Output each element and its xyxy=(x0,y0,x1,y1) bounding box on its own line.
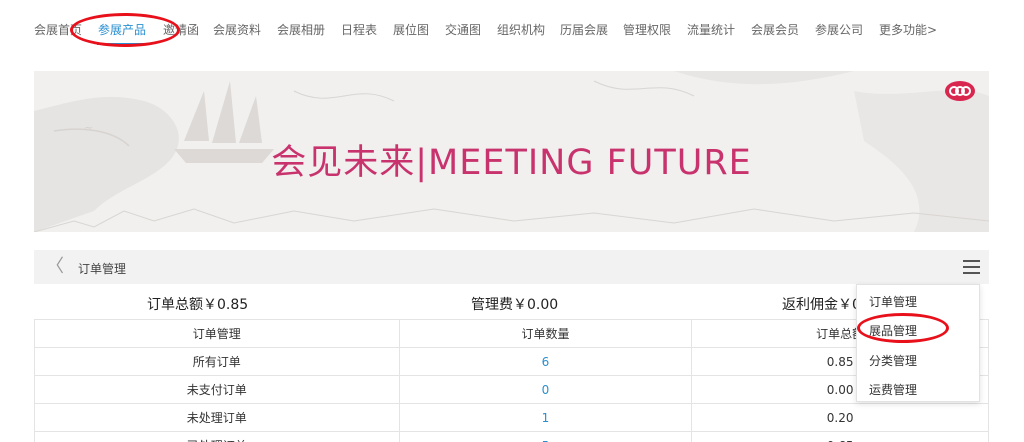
nav-item-booth-map[interactable]: 展位图 xyxy=(393,22,429,38)
commission: 返利佣金￥0 xyxy=(782,297,861,313)
menu-item-categories[interactable]: 分类管理 xyxy=(869,352,917,369)
nav-item-companies[interactable]: 参展公司 xyxy=(815,22,863,38)
order-type: 未处理订单 xyxy=(35,404,400,432)
active-tab-indicator xyxy=(97,43,145,45)
nav-item-home[interactable]: 会展首页 xyxy=(34,22,82,38)
nav-item-album[interactable]: 会展相册 xyxy=(277,22,325,38)
top-navigation: 会展首页 参展产品 邀请函 会展资料 会展相册 日程表 展位图 交通图 组织机构… xyxy=(0,0,1024,58)
column-header: 订单管理 xyxy=(35,320,400,348)
dropdown-menu: 订单管理 展品管理 分类管理 运费管理 xyxy=(856,284,980,402)
brand-logo-icon xyxy=(945,81,975,101)
chevron-left-icon[interactable]: 〈 xyxy=(46,257,64,277)
nav-item-members[interactable]: 会展会员 xyxy=(751,22,799,38)
menu-item-shipping[interactable]: 运费管理 xyxy=(869,381,917,398)
order-total: 订单总额￥0.85 xyxy=(147,297,249,313)
order-type: 已处理订单 xyxy=(35,432,400,442)
order-count-link[interactable]: 0 xyxy=(399,376,693,404)
hamburger-menu-icon[interactable] xyxy=(963,259,980,275)
menu-item-exhibits[interactable]: 展品管理 xyxy=(869,322,917,339)
management-fee: 管理费￥0.00 xyxy=(471,297,559,313)
order-amount: 0.65 xyxy=(692,432,989,442)
nav-item-past-exhibitions[interactable]: 历届会展 xyxy=(560,22,608,38)
nav-item-traffic-map[interactable]: 交通图 xyxy=(445,22,481,38)
nav-item-invitation[interactable]: 邀请函 xyxy=(163,22,199,38)
table-row: 所有订单 6 0.85 xyxy=(35,348,989,376)
nav-item-schedule[interactable]: 日程表 xyxy=(341,22,377,38)
table-header-row: 订单管理 订单数量 订单总额 xyxy=(35,320,989,348)
order-type: 未支付订单 xyxy=(35,376,400,404)
table-row: 未支付订单 0 0.00 xyxy=(35,376,989,404)
table-row: 已处理订单 5 0.65 xyxy=(35,432,989,442)
order-amount: 0.20 xyxy=(692,404,989,432)
nav-item-more[interactable]: 更多功能> xyxy=(879,22,937,38)
column-header: 订单数量 xyxy=(399,320,693,348)
panel-header: 〈 订单管理 xyxy=(34,250,989,284)
order-count-link[interactable]: 1 xyxy=(399,404,693,432)
svg-text:~: ~ xyxy=(84,121,93,134)
nav-item-permissions[interactable]: 管理权限 xyxy=(623,22,671,38)
panel-title: 订单管理 xyxy=(78,262,127,276)
order-count-link[interactable]: 5 xyxy=(400,432,693,442)
menu-item-orders[interactable]: 订单管理 xyxy=(869,293,917,310)
order-count-link[interactable]: 6 xyxy=(399,348,693,376)
banner: ~ 会见未来|MEETING FUTURE xyxy=(34,71,989,232)
nav-item-materials[interactable]: 会展资料 xyxy=(213,22,261,38)
table-row: 未处理订单 1 0.20 xyxy=(35,404,989,432)
nav-item-statistics[interactable]: 流量统计 xyxy=(687,22,735,38)
order-type: 所有订单 xyxy=(35,348,400,376)
nav-item-organization[interactable]: 组织机构 xyxy=(497,22,545,38)
banner-title: 会见未来|MEETING FUTURE xyxy=(271,143,752,183)
nav-item-products[interactable]: 参展产品 xyxy=(98,22,146,38)
order-table: 订单管理 订单数量 订单总额 所有订单 6 0.85 未支付订单 0 0.00 … xyxy=(34,319,989,442)
